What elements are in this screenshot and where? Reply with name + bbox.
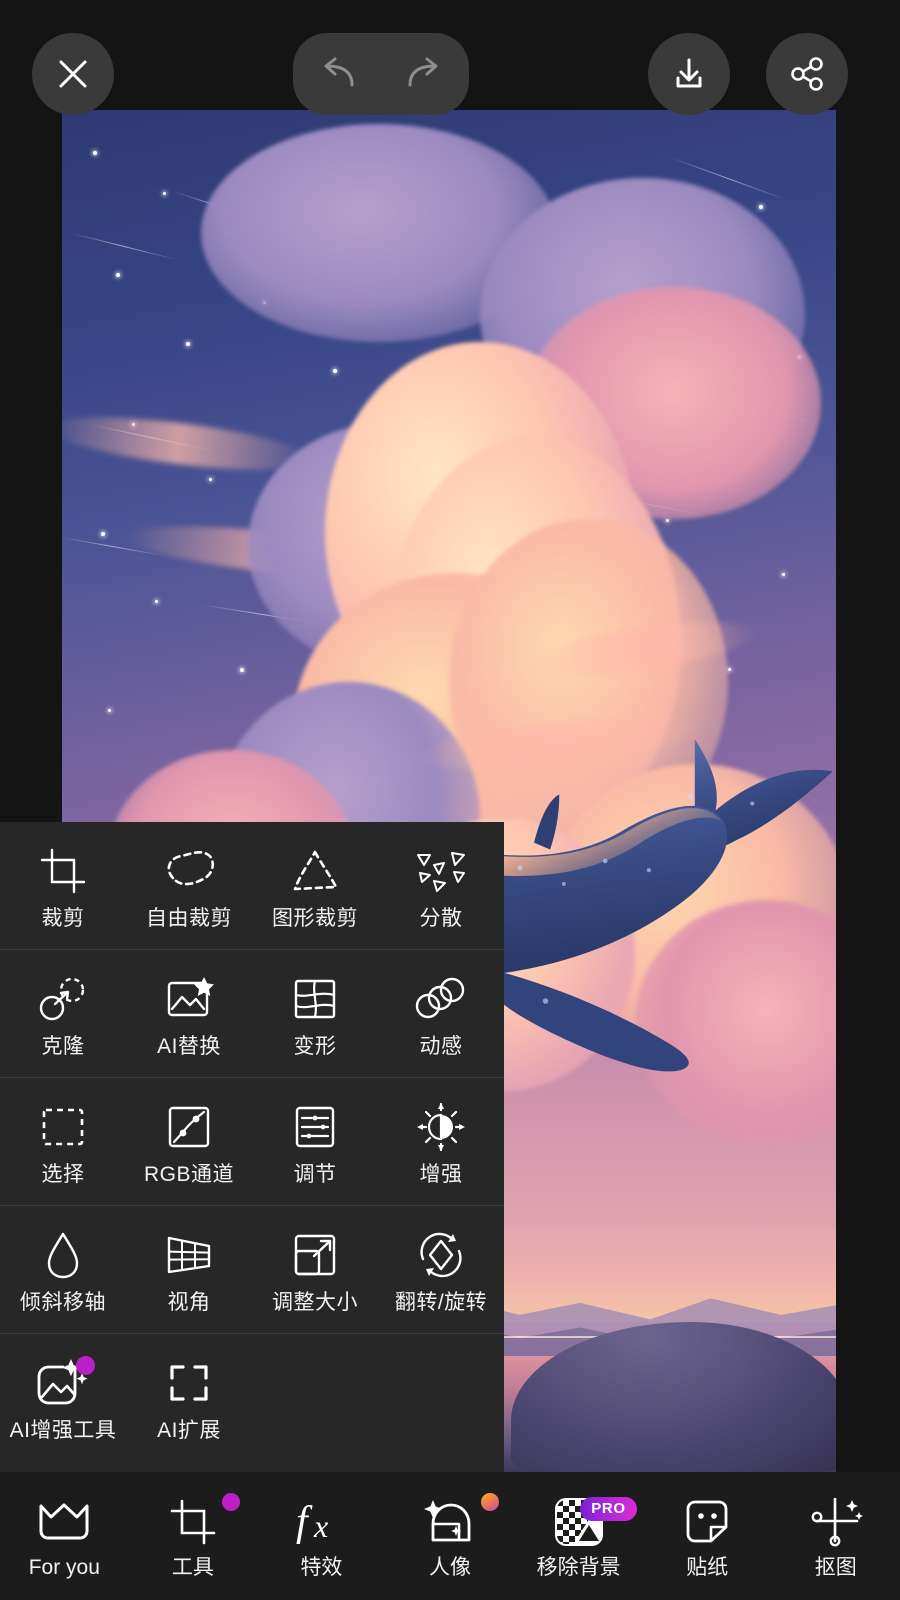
tool-label: 视角 bbox=[167, 1290, 211, 1314]
tool-row: AI增强工具 AI扩展 bbox=[0, 1334, 504, 1462]
tool-label: 翻转/旋转 bbox=[394, 1290, 488, 1314]
tool-label: 克隆 bbox=[41, 1034, 85, 1058]
tool-adjust[interactable]: 调节 bbox=[252, 1078, 378, 1205]
nav-for-you[interactable]: For you bbox=[0, 1472, 129, 1600]
new-badge-dot bbox=[76, 1356, 95, 1375]
tool-label: AI增强工具 bbox=[9, 1419, 117, 1442]
nav-label: 特效 bbox=[300, 1555, 343, 1579]
tool-selection[interactable]: 选择 bbox=[0, 1078, 126, 1205]
tool-tilt-shift[interactable]: 倾斜移轴 bbox=[0, 1206, 126, 1333]
download-button[interactable] bbox=[648, 33, 730, 115]
tool-ai-enhance[interactable]: AI增强工具 bbox=[0, 1334, 126, 1462]
ai-replace-icon bbox=[167, 976, 214, 1016]
disperse-icon bbox=[417, 851, 465, 892]
svg-text:f: f bbox=[296, 1499, 313, 1545]
nav-cutout[interactable]: 抠图 bbox=[771, 1472, 900, 1600]
undo-icon[interactable] bbox=[315, 57, 357, 91]
tool-motion[interactable]: 动感 bbox=[378, 950, 504, 1077]
nav-sticker[interactable]: 贴纸 bbox=[643, 1472, 772, 1600]
tilt-shift-icon bbox=[47, 1232, 79, 1278]
tool-ai-replace[interactable]: AI替换 bbox=[126, 950, 252, 1077]
tool-label: 调节 bbox=[293, 1162, 337, 1186]
flip-rotate-icon bbox=[420, 1232, 462, 1277]
perspective-icon bbox=[167, 1236, 211, 1273]
photo-editor-app: 裁剪 自由裁剪 图形裁剪 分散 克隆 AI替换 变形 动感 选择 RGB通道 调… bbox=[0, 0, 900, 1600]
tool-label: 裁剪 bbox=[41, 906, 85, 930]
tool-label: 选择 bbox=[41, 1162, 85, 1186]
tool-label: 动感 bbox=[419, 1034, 463, 1058]
tool-perspective[interactable]: 视角 bbox=[126, 1206, 252, 1333]
highlight-badge-dot bbox=[481, 1492, 500, 1511]
nav-effects[interactable]: f x 特效 bbox=[257, 1472, 386, 1600]
nav-label: 人像 bbox=[429, 1555, 472, 1579]
nav-tools[interactable]: 工具 bbox=[129, 1472, 258, 1600]
tool-ai-expand[interactable]: AI扩展 bbox=[126, 1334, 252, 1462]
adjust-sliders-icon bbox=[295, 1106, 335, 1147]
tools-crop-icon bbox=[170, 1499, 216, 1544]
rgb-curve-icon bbox=[168, 1106, 210, 1147]
svg-text:x: x bbox=[313, 1508, 328, 1544]
nav-label: 工具 bbox=[171, 1555, 214, 1579]
cutout-icon bbox=[811, 1497, 863, 1546]
selection-icon bbox=[42, 1108, 84, 1145]
close-icon bbox=[59, 60, 87, 88]
close-button[interactable] bbox=[32, 33, 114, 115]
bottom-navigation: For you 工具 f x 特效 人像 PRO 移除背景 贴纸 抠图 bbox=[0, 1472, 900, 1600]
warp-icon bbox=[294, 979, 336, 1018]
tool-label: 倾斜移轴 bbox=[20, 1290, 106, 1314]
new-badge-dot bbox=[221, 1492, 240, 1511]
top-toolbar bbox=[0, 0, 900, 115]
shape-crop-icon bbox=[293, 850, 338, 890]
nav-remove-background[interactable]: PRO 移除背景 bbox=[514, 1472, 643, 1600]
pro-badge: PRO bbox=[580, 1496, 637, 1521]
nav-label: 移除背景 bbox=[536, 1555, 621, 1579]
tool-label: 分散 bbox=[419, 906, 463, 930]
tool-flip-rotate[interactable]: 翻转/旋转 bbox=[378, 1206, 504, 1333]
tool-row: 裁剪 自由裁剪 图形裁剪 分散 bbox=[0, 822, 504, 950]
tool-enhance[interactable]: 增强 bbox=[378, 1078, 504, 1205]
crop-icon bbox=[40, 848, 86, 893]
tool-free-crop[interactable]: 自由裁剪 bbox=[126, 822, 252, 949]
tool-label: 图形裁剪 bbox=[272, 906, 358, 930]
portrait-icon bbox=[424, 1499, 471, 1541]
tool-label: AI扩展 bbox=[157, 1419, 221, 1442]
tool-empty-slot bbox=[378, 1334, 504, 1462]
tool-row: 克隆 AI替换 变形 动感 bbox=[0, 950, 504, 1078]
tool-disperse[interactable]: 分散 bbox=[378, 822, 504, 949]
tool-label: 变形 bbox=[293, 1034, 337, 1058]
tool-row: 选择 RGB通道 调节 增强 bbox=[0, 1078, 504, 1206]
tool-row: 倾斜移轴 视角 调整大小 翻转/旋转 bbox=[0, 1206, 504, 1334]
tools-panel: 裁剪 自由裁剪 图形裁剪 分散 克隆 AI替换 变形 动感 选择 RGB通道 调… bbox=[0, 822, 504, 1472]
share-button[interactable] bbox=[766, 33, 848, 115]
clone-icon bbox=[39, 977, 85, 1020]
sticker-icon bbox=[686, 1500, 728, 1542]
tool-empty-slot bbox=[252, 1334, 378, 1462]
tool-warp[interactable]: 变形 bbox=[252, 950, 378, 1077]
nav-label: For you bbox=[28, 1555, 100, 1579]
tool-crop[interactable]: 裁剪 bbox=[0, 822, 126, 949]
tool-shape-crop[interactable]: 图形裁剪 bbox=[252, 822, 378, 949]
share-icon bbox=[791, 57, 823, 91]
tool-rgb-channels[interactable]: RGB通道 bbox=[126, 1078, 252, 1205]
tool-label: 自由裁剪 bbox=[146, 906, 232, 930]
nav-label: 抠图 bbox=[814, 1555, 857, 1579]
nav-label: 贴纸 bbox=[686, 1555, 729, 1579]
tool-label: 增强 bbox=[419, 1162, 463, 1186]
redo-icon[interactable] bbox=[405, 57, 447, 91]
resize-icon bbox=[294, 1234, 336, 1275]
nav-portrait[interactable]: 人像 bbox=[386, 1472, 515, 1600]
effects-fx-icon: f x bbox=[296, 1499, 328, 1545]
tool-label: AI替换 bbox=[157, 1034, 221, 1058]
free-crop-icon bbox=[167, 850, 215, 885]
download-icon bbox=[676, 58, 702, 88]
tool-clone[interactable]: 克隆 bbox=[0, 950, 126, 1077]
tool-resize[interactable]: 调整大小 bbox=[252, 1206, 378, 1333]
tool-label: RGB通道 bbox=[143, 1162, 234, 1186]
motion-icon bbox=[415, 977, 465, 1018]
crown-icon bbox=[39, 1503, 89, 1539]
undo-redo-group bbox=[293, 33, 469, 115]
tool-label: 调整大小 bbox=[272, 1290, 358, 1314]
ai-expand-icon bbox=[170, 1365, 208, 1401]
enhance-icon bbox=[417, 1102, 465, 1151]
